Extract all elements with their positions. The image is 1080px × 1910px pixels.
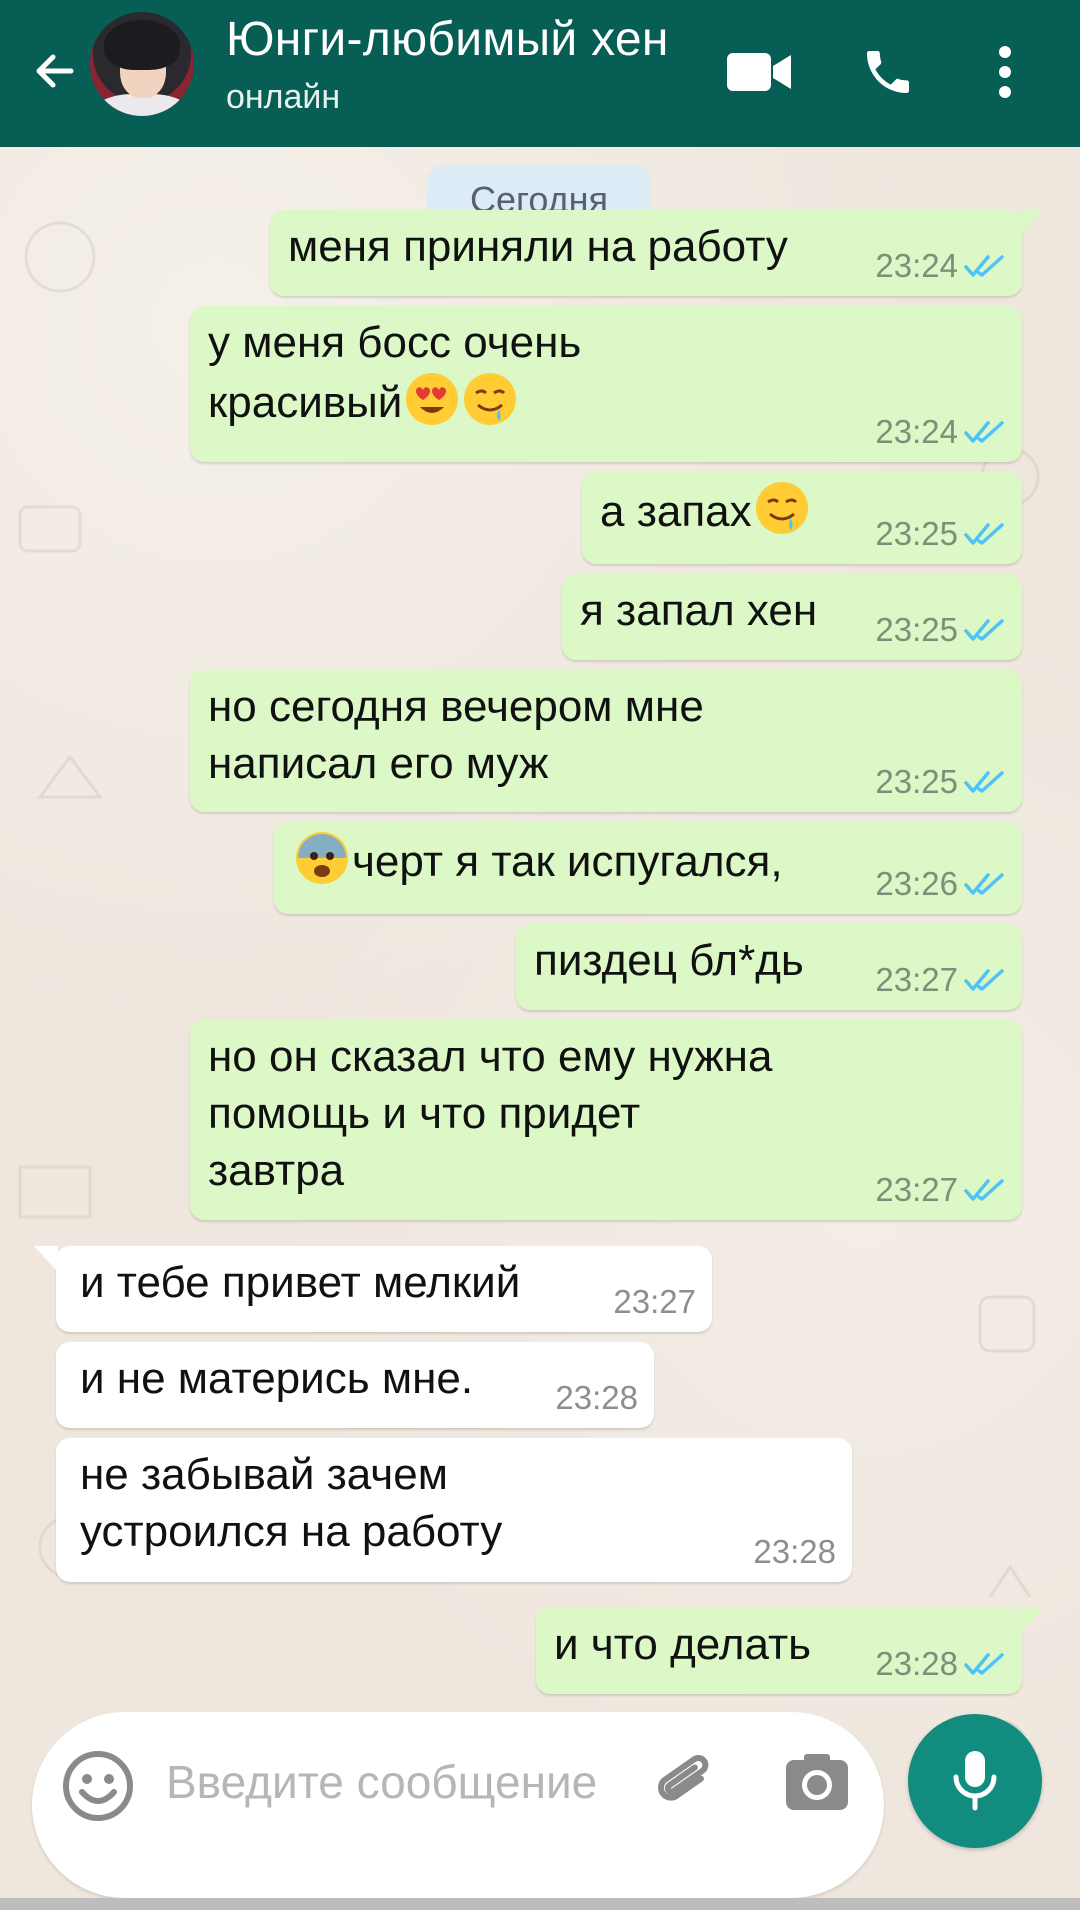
message-bubble[interactable]: и что делать 23:28 [536, 1608, 1044, 1694]
fearful-face-emoji [296, 832, 348, 884]
message-bubble[interactable]: не забывай зачем устроился на работу 23:… [56, 1438, 852, 1582]
message-line: завтра [208, 1146, 345, 1195]
contact-avatar[interactable] [90, 12, 194, 116]
message-line: помощь и что придет [208, 1089, 641, 1138]
read-ticks-icon [964, 255, 1004, 277]
message-line: красивый [208, 371, 581, 431]
chat-header: Юнги-любимый хен онлайн [0, 0, 1080, 147]
system-nav-strip [0, 1898, 1080, 1910]
contact-name[interactable]: Юнги-любимый хен [226, 12, 669, 67]
message-time: 23:24 [875, 413, 958, 450]
message-bubble[interactable]: и тебе привет мелкий 23:27 [34, 1246, 712, 1332]
message-text: а запах [600, 480, 810, 540]
voice-call-button[interactable] [846, 30, 930, 114]
message-text: но он сказал что ему нужна помощь и что … [208, 1028, 772, 1199]
message-line: но сегодня вечером мне [208, 682, 704, 731]
message-bubble[interactable]: но он сказал что ему нужна помощь и что … [190, 1020, 1022, 1220]
message-line: устроился на работу [80, 1507, 503, 1556]
read-ticks-icon [964, 873, 1004, 895]
contact-status: онлайн [226, 78, 341, 116]
message-bubble[interactable]: а запах 23:25 [582, 472, 1022, 564]
heart-eyes-emoji [406, 373, 459, 425]
message-text: у меня босс очень красивый [208, 314, 581, 431]
message-time: 23:28 [875, 1645, 958, 1682]
message-text: не забывай зачем устроился на работу [80, 1446, 502, 1560]
video-call-button[interactable] [718, 30, 802, 114]
message-time: 23:27 [875, 1171, 958, 1208]
message-text: но сегодня вечером мне написал его муж [208, 678, 704, 792]
message-line: не забывай зачем [80, 1450, 448, 1499]
message-text: и что делать [554, 1620, 812, 1669]
more-vert-icon [999, 46, 1011, 98]
message-time: 23:24 [875, 247, 958, 284]
mic-icon [953, 1751, 997, 1811]
message-time: 23:26 [875, 865, 958, 902]
message-text: пиздец бл*дь [534, 936, 804, 985]
message-bubble[interactable]: у меня босс очень красивый 23:24 [190, 306, 1022, 462]
read-ticks-icon [964, 1179, 1004, 1201]
message-time: 23:25 [875, 611, 958, 648]
attach-icon[interactable] [648, 1746, 722, 1820]
message-input[interactable] [166, 1752, 616, 1872]
message-text: меня приняли на работу [288, 222, 788, 271]
read-ticks-icon [964, 771, 1004, 793]
message-bubble[interactable]: пиздец бл*дь 23:27 [516, 924, 1022, 1010]
voice-record-button[interactable] [908, 1714, 1042, 1848]
message-time: 23:27 [613, 1283, 696, 1320]
drooling-face-emoji [755, 482, 808, 534]
message-time: 23:28 [555, 1379, 638, 1416]
message-text: я запал хен [580, 586, 818, 635]
message-line: у меня босс очень [208, 318, 582, 367]
message-time: 23:27 [875, 961, 958, 998]
message-bubble[interactable]: черт я так испугался, 23:26 [274, 822, 1022, 914]
message-time: 23:28 [753, 1533, 836, 1570]
read-ticks-icon [964, 421, 1004, 443]
message-text: и тебе привет мелкий [80, 1258, 521, 1307]
camera-icon[interactable] [780, 1746, 854, 1820]
read-ticks-icon [964, 969, 1004, 991]
message-text: черт я так испугался, [292, 830, 783, 890]
back-button[interactable] [20, 36, 90, 106]
message-line: написал его муж [208, 739, 549, 788]
emoji-icon[interactable] [60, 1748, 136, 1824]
more-options-button[interactable] [963, 30, 1047, 114]
read-ticks-icon [964, 619, 1004, 641]
phone-icon [867, 51, 909, 93]
message-text: и не матерись мне. [80, 1354, 474, 1403]
message-bubble[interactable]: но сегодня вечером мне написал его муж 2… [190, 670, 1022, 812]
read-ticks-icon [964, 1653, 1004, 1675]
message-time: 23:25 [875, 515, 958, 552]
message-bubble[interactable]: и не матерись мне. 23:28 [56, 1342, 654, 1428]
message-line: но он сказал что ему нужна [208, 1032, 773, 1081]
back-arrow-icon [36, 54, 74, 88]
message-bubble[interactable]: меня приняли на работу 23:24 [270, 210, 1044, 296]
message-time: 23:25 [875, 763, 958, 800]
read-ticks-icon [964, 523, 1004, 545]
video-call-icon [727, 53, 791, 91]
message-bubble[interactable]: я запал хен 23:25 [562, 574, 1022, 660]
drooling-face-emoji [464, 373, 517, 425]
